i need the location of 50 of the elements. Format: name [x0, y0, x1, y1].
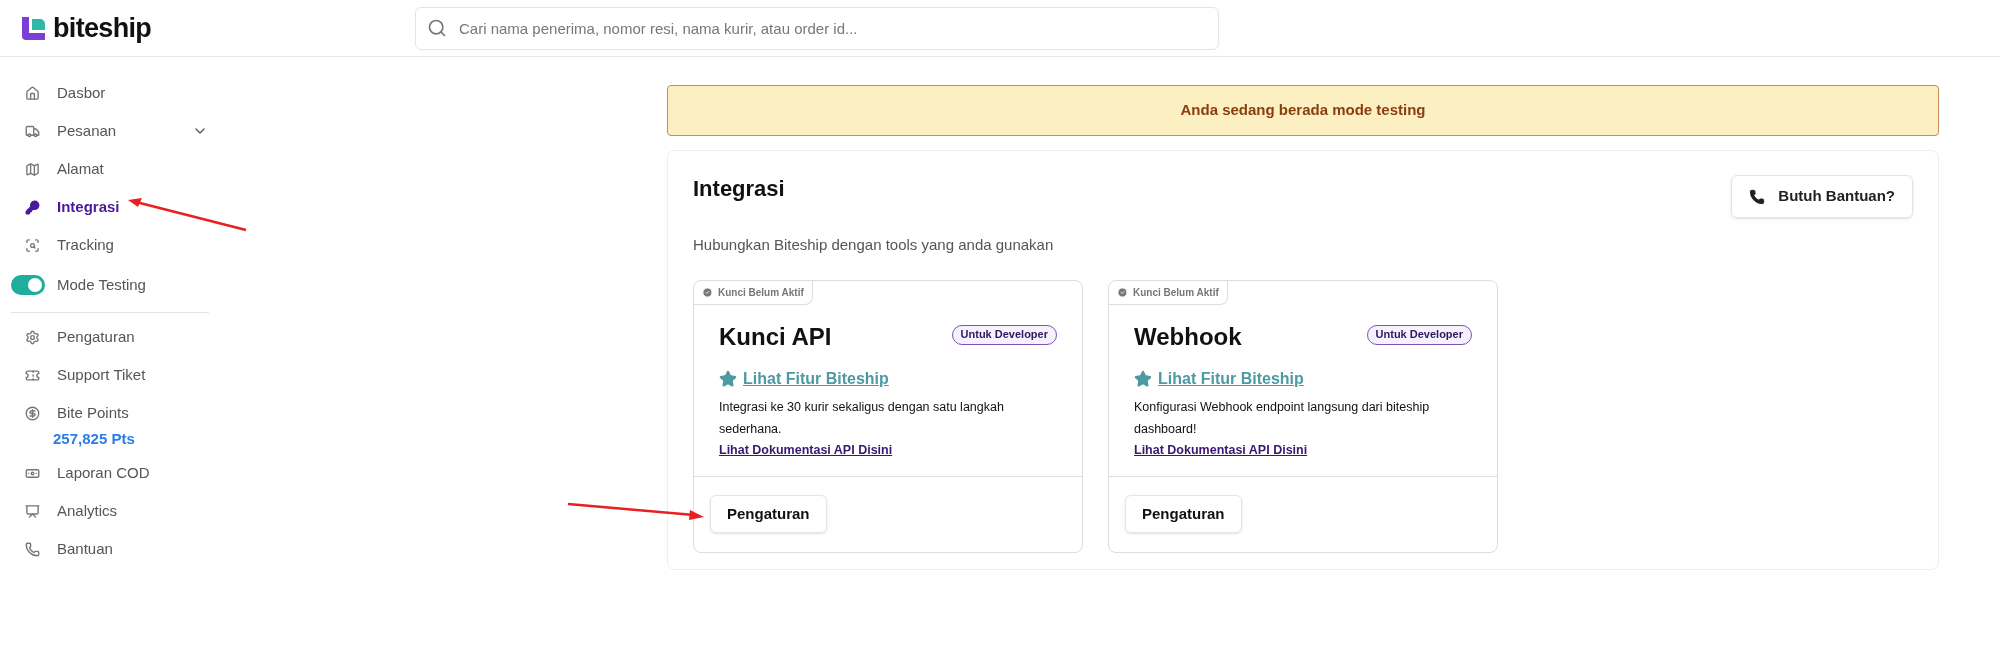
developer-badge: Untuk Developer — [951, 324, 1057, 345]
developer-badge: Untuk Developer — [1366, 324, 1472, 345]
chart-board-icon — [25, 504, 40, 519]
dollar-coin-icon — [25, 405, 40, 421]
nav-item[interactable]: Pengaturan — [0, 318, 220, 356]
nav-item[interactable]: Bite Points — [0, 394, 220, 432]
docs-link[interactable]: Lihat Dokumentasi API Disini — [1134, 440, 1472, 460]
card-title: Kunci API — [719, 321, 832, 352]
phone-icon — [25, 542, 40, 557]
logo-text: biteship — [53, 11, 152, 45]
ticket-icon — [25, 367, 40, 383]
nav-item[interactable]: Pesanan — [0, 112, 220, 150]
settings-button[interactable]: Pengaturan — [710, 495, 827, 533]
panel-title: Integrasi — [693, 175, 785, 203]
check-circle-icon — [702, 286, 713, 298]
truck-icon — [25, 123, 40, 139]
toggle-label: Mode Testing — [57, 274, 146, 295]
nav-item[interactable]: Bantuan — [0, 530, 220, 569]
home-icon — [25, 85, 40, 101]
search-circle-icon — [25, 237, 40, 253]
settings-button[interactable]: Pengaturan — [1125, 495, 1242, 533]
logo-icon — [20, 14, 47, 42]
map-icon — [25, 161, 40, 177]
card-title: Webhook — [1134, 321, 1242, 352]
star-icon — [719, 369, 737, 388]
mode-toggle[interactable] — [11, 275, 45, 295]
points-value: 257,825 Pts — [52, 429, 136, 449]
nav-item[interactable]: Alamat — [0, 150, 220, 188]
nav-item[interactable]: Dasbor — [0, 74, 220, 112]
status-tag: Kunci Belum Aktif — [694, 280, 813, 305]
key-icon — [25, 199, 40, 215]
search-field[interactable]: Cari nama penerima, nomor resi, nama kurir, atau order id... — [415, 6, 1219, 50]
card-description: Konfigurasi Webhook endpoint langsung dari biteship dashboard! — [1134, 398, 1431, 438]
status-tag: Kunci Belum Aktif — [1109, 280, 1228, 305]
nav-item[interactable]: Support Tiket — [0, 356, 220, 394]
docs-link[interactable]: Lihat Dokumentasi API Disini — [719, 440, 1057, 460]
check-circle-icon — [1117, 286, 1128, 298]
nav-item[interactable]: Analytics — [0, 492, 220, 531]
banknote-icon — [25, 466, 40, 481]
phone-icon — [1749, 188, 1766, 205]
help-button[interactable]: Butuh Bantuan? — [1731, 175, 1913, 218]
testing-banner: Anda sedang berada mode testing — [667, 85, 1939, 136]
star-icon — [1134, 369, 1152, 388]
nav-item[interactable]: Integrasi — [0, 188, 220, 226]
panel-subtitle: Hubungkan Biteship dengan tools yang anda gunakan — [693, 235, 1055, 255]
nav-item[interactable]: Tracking — [0, 226, 220, 264]
search-icon — [427, 17, 447, 38]
nav-item[interactable]: Laporan COD — [0, 454, 220, 493]
card-description: Integrasi ke 30 kurir sekaligus dengan satu langkah sederhana. — [719, 398, 1005, 438]
settings-icon — [25, 329, 40, 345]
